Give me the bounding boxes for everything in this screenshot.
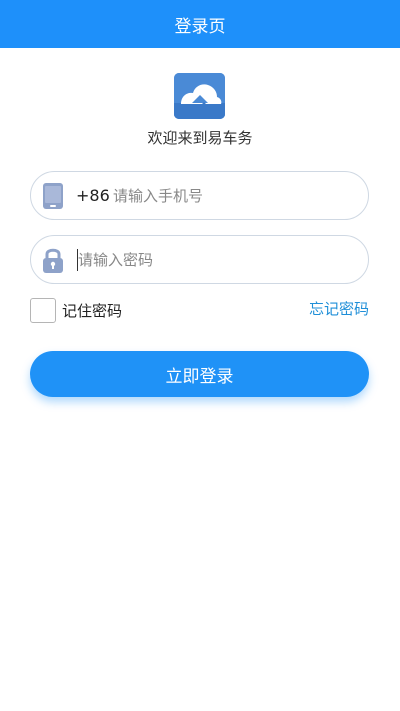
phone-field[interactable]: +86	[30, 171, 369, 220]
lock-icon	[41, 246, 65, 274]
remember-label[interactable]: 记住密码	[62, 300, 122, 321]
forgot-password-link[interactable]: 忘记密码	[286, 298, 369, 319]
cloud-logo-icon	[174, 73, 225, 119]
remember-checkbox[interactable]	[30, 298, 56, 323]
welcome-text: 欢迎来到易车务	[147, 129, 253, 147]
page-title: 登录页	[174, 16, 226, 37]
country-code[interactable]: +86	[76, 186, 110, 205]
phone-icon	[41, 182, 65, 210]
password-input[interactable]	[78, 246, 338, 274]
login-button[interactable]: 立即登录	[30, 351, 369, 397]
phone-input[interactable]	[113, 182, 343, 210]
app-header: 登录页	[0, 0, 400, 48]
password-field[interactable]	[30, 235, 369, 284]
